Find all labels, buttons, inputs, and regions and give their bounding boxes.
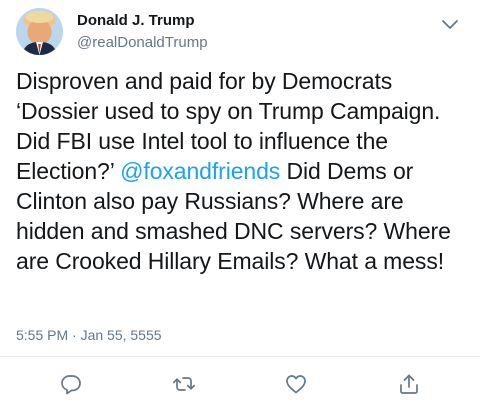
- tweet-card: Donald J. Trump @realDonaldTrump Disprov…: [0, 0, 480, 410]
- avatar-image: [16, 8, 63, 55]
- retweet-button[interactable]: [172, 372, 196, 396]
- tweet-text: Disproven and paid for by Democrats ‘Dos…: [16, 66, 472, 276]
- share-upload-icon: [400, 374, 418, 394]
- divider: [0, 356, 480, 357]
- avatar[interactable]: [16, 8, 63, 55]
- share-button[interactable]: [397, 372, 421, 396]
- like-button[interactable]: [284, 372, 308, 396]
- more-options-button[interactable]: [438, 12, 462, 36]
- author-handle[interactable]: @realDonaldTrump: [77, 34, 208, 51]
- author-name[interactable]: Donald J. Trump: [77, 12, 195, 29]
- heart-icon: [286, 375, 306, 394]
- speech-bubble-icon: [61, 375, 81, 395]
- reply-button[interactable]: [59, 372, 83, 396]
- chevron-down-icon: [442, 20, 458, 29]
- retweet-arrows-icon: [172, 377, 196, 391]
- mention-link[interactable]: @foxandfriends: [120, 158, 280, 184]
- tweet-timestamp[interactable]: 5:55 PM · Jan 55, 5555: [16, 327, 162, 343]
